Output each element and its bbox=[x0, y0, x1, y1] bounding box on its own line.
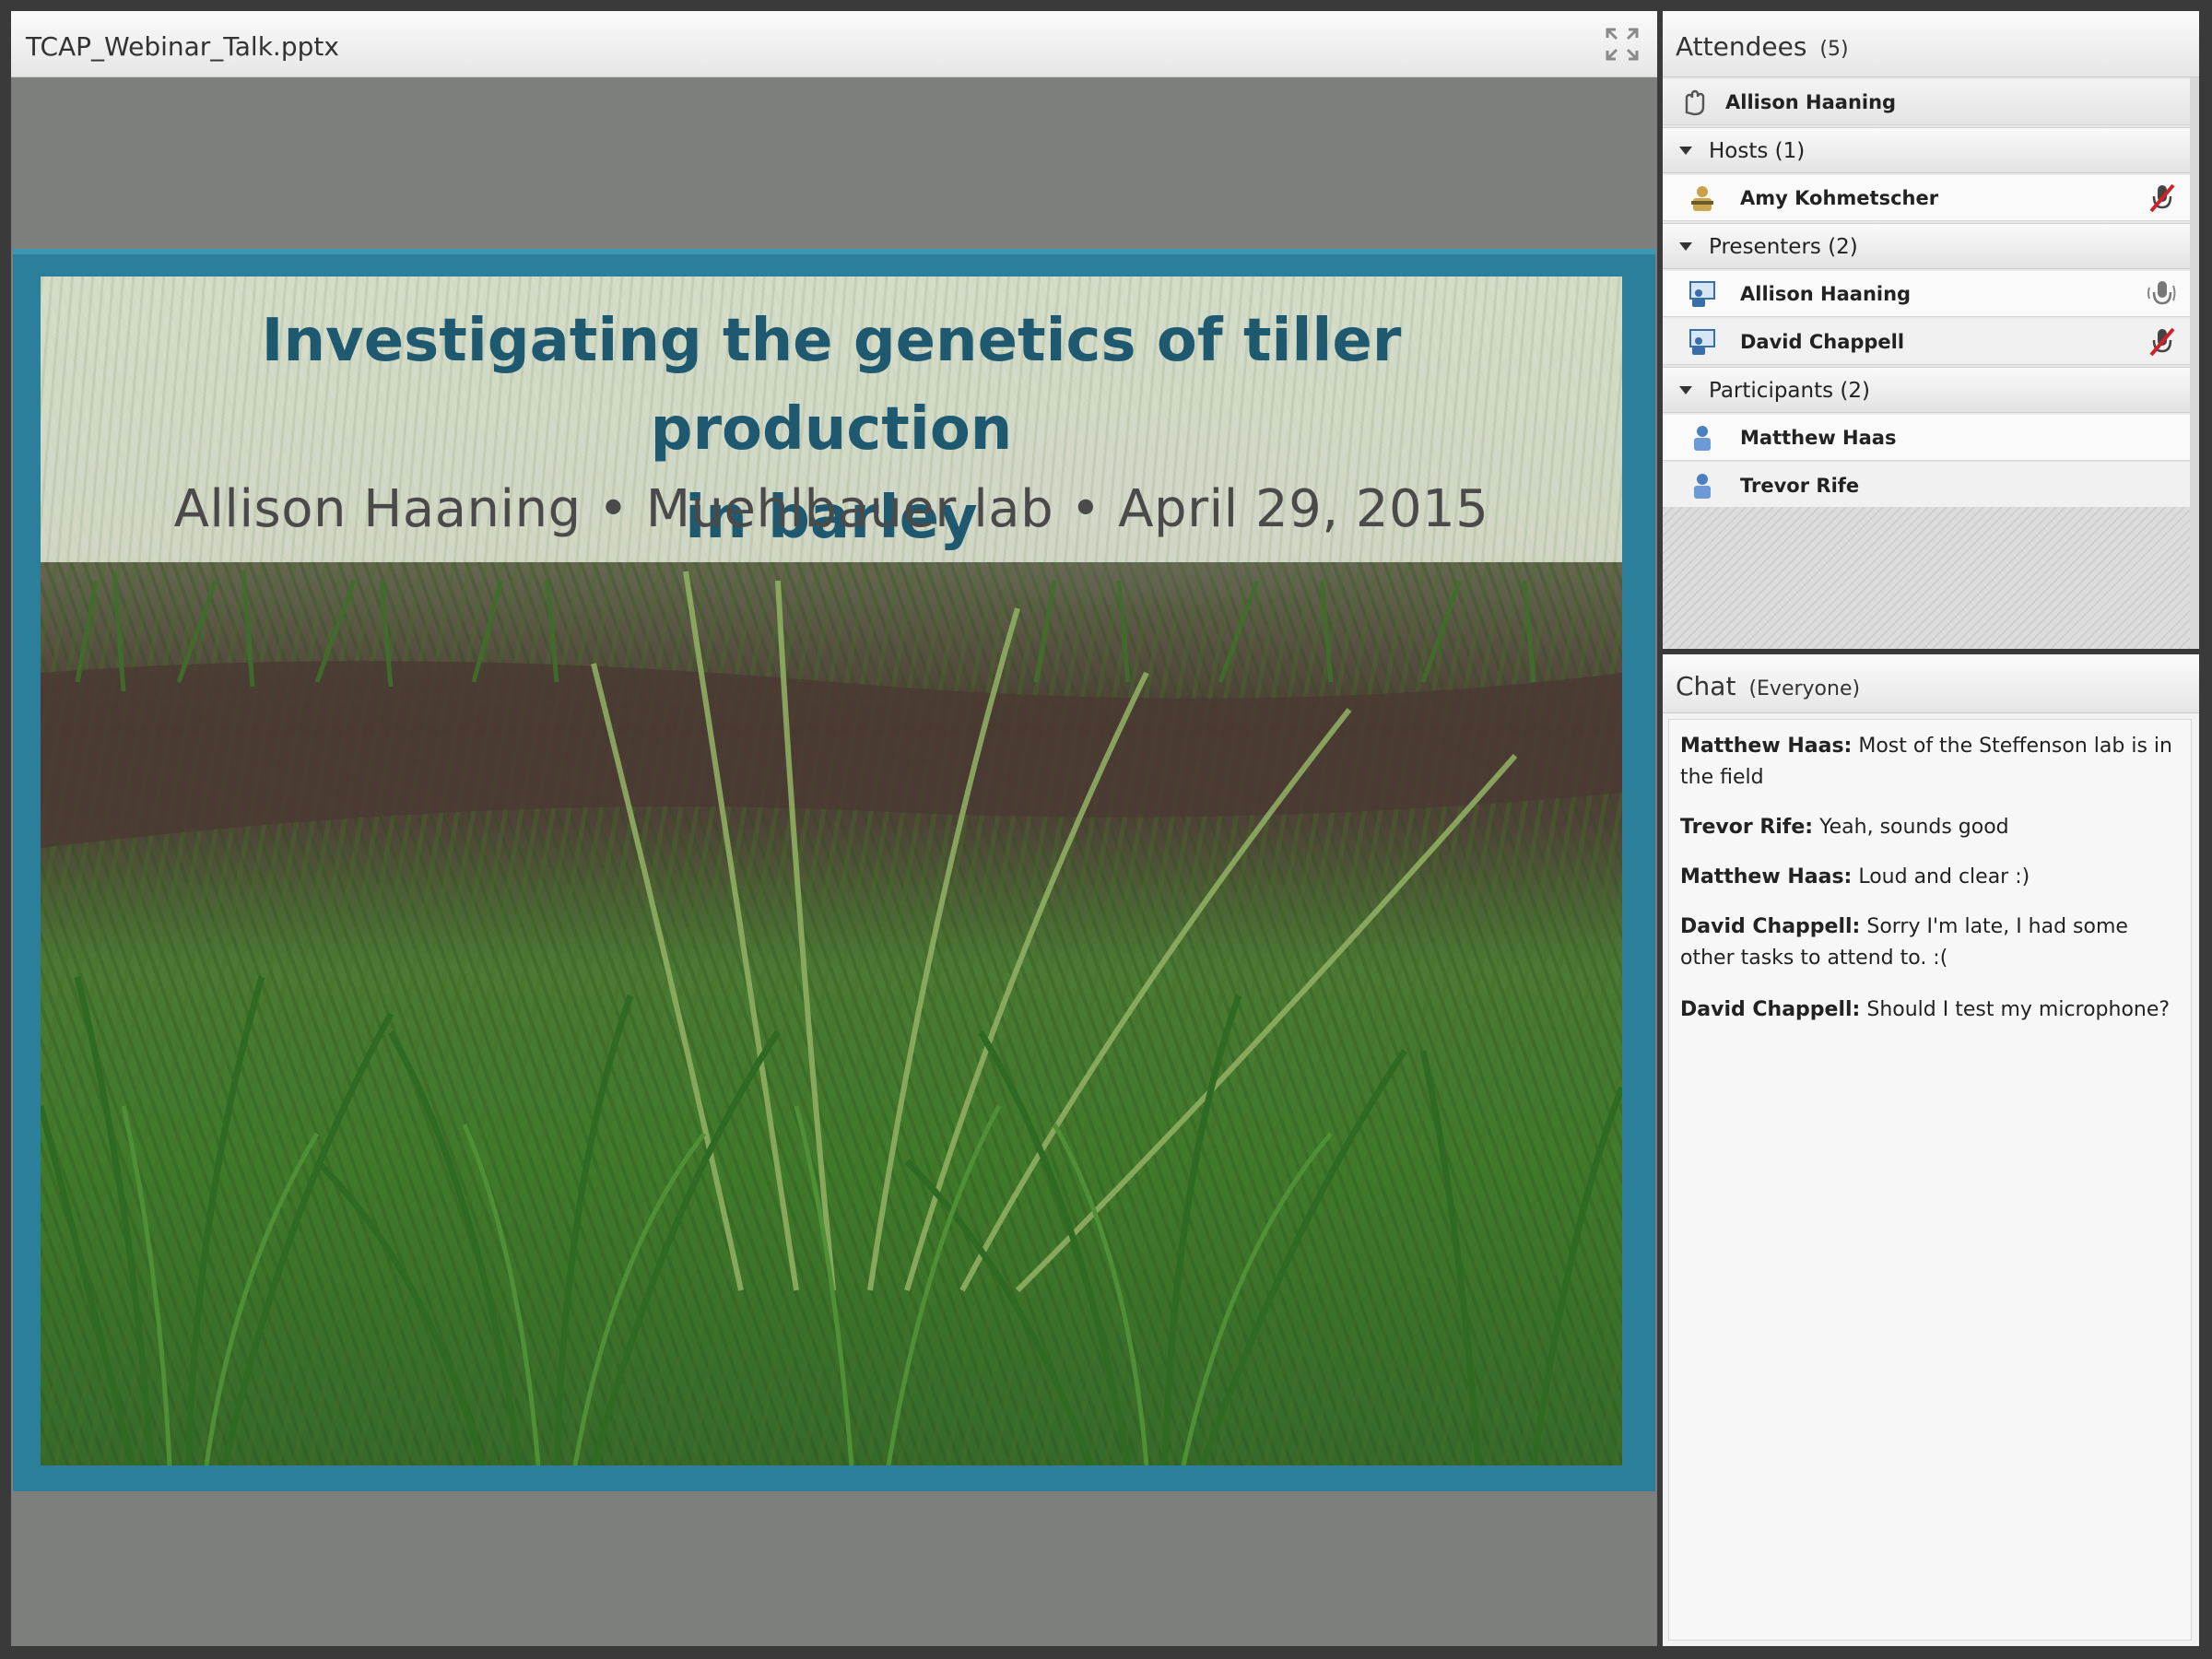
my-name: Allison Haaning bbox=[1725, 91, 1897, 113]
barley-field-photo: Investigating the genetics of tiller pro… bbox=[41, 276, 1622, 1465]
collapse-arrow-icon[interactable] bbox=[1679, 242, 1692, 251]
chat-title-text: Chat bbox=[1676, 671, 1736, 701]
attendees-pod: Attendees (5) Allison Haaning Hosts (1) A… bbox=[1663, 11, 2199, 649]
group-participants[interactable]: Participants (2) bbox=[1663, 367, 2190, 413]
presenter-icon bbox=[1689, 281, 1715, 307]
group-hosts[interactable]: Hosts (1) bbox=[1663, 127, 2190, 173]
attendee-row-host[interactable]: Amy Kohmetscher bbox=[1663, 175, 2190, 221]
attendees-count: (5) bbox=[1819, 38, 1849, 61]
slide-title-line-1: Investigating the genetics of tiller pro… bbox=[261, 307, 1402, 464]
chat-message: David Chappell: Sorry I'm late, I had so… bbox=[1680, 912, 2178, 974]
attendee-name: Amy Kohmetscher bbox=[1740, 187, 1939, 209]
status-hand-icon[interactable] bbox=[1679, 87, 1711, 118]
attendee-name: Trevor Rife bbox=[1740, 475, 1860, 497]
chat-message: Matthew Haas: Most of the Steffenson lab… bbox=[1680, 731, 2178, 794]
participant-icon bbox=[1694, 474, 1711, 499]
chat-text: Loud and clear :) bbox=[1852, 865, 2030, 888]
share-pod-header: TCAP_Webinar_Talk.pptx bbox=[11, 11, 1657, 77]
presentation-slide: Investigating the genetics of tiller pro… bbox=[13, 249, 1655, 1491]
microphone-off-icon[interactable] bbox=[2147, 182, 2177, 214]
collapse-arrow-icon[interactable] bbox=[1679, 147, 1692, 155]
attendee-name: Allison Haaning bbox=[1740, 283, 1912, 305]
slide-title-band: Investigating the genetics of tiller pro… bbox=[41, 276, 1622, 562]
attendees-empty-area bbox=[1663, 507, 2190, 649]
attendees-title: Attendees (5) bbox=[1676, 31, 1849, 62]
chat-pod: Chat (Everyone) Matthew Haas: Most of the… bbox=[1663, 654, 2199, 1646]
chat-message-list[interactable]: Matthew Haas: Most of the Steffenson lab… bbox=[1668, 719, 2192, 1641]
chat-author: David Chappell: bbox=[1680, 915, 1861, 938]
chat-message: Trevor Rife: Yeah, sounds good bbox=[1680, 812, 2178, 843]
chat-text: Should I test my microphone? bbox=[1860, 998, 2171, 1021]
group-participants-label: Participants (2) bbox=[1709, 379, 1870, 403]
host-icon bbox=[1691, 186, 1713, 211]
presenter-icon bbox=[1689, 329, 1715, 355]
chat-author: David Chappell: bbox=[1680, 998, 1861, 1021]
attendees-pod-header: Attendees (5) bbox=[1663, 11, 2199, 77]
share-pod-title: TCAP_Webinar_Talk.pptx bbox=[26, 31, 339, 62]
chat-author: Matthew Haas: bbox=[1680, 865, 1853, 888]
my-status-row[interactable]: Allison Haaning bbox=[1663, 79, 2190, 125]
chat-message: David Chappell: Should I test my microph… bbox=[1680, 994, 2178, 1026]
attendee-row-presenter[interactable]: David Chappell bbox=[1663, 319, 2190, 365]
attendee-row-presenter[interactable]: Allison Haaning bbox=[1663, 271, 2190, 317]
microphone-on-icon[interactable] bbox=[2147, 278, 2177, 310]
attendee-name: Matthew Haas bbox=[1740, 427, 1897, 449]
microphone-off-icon[interactable] bbox=[2147, 326, 2177, 358]
participant-icon bbox=[1694, 426, 1711, 451]
fullscreen-icon[interactable] bbox=[1604, 26, 1641, 63]
attendee-name: David Chappell bbox=[1740, 331, 1905, 353]
group-hosts-label: Hosts (1) bbox=[1709, 139, 1806, 163]
chat-title: Chat (Everyone) bbox=[1676, 671, 1860, 701]
slide-subtitle: Allison Haaning • Muehlbauer lab • April… bbox=[173, 479, 1489, 539]
chat-scope[interactable]: (Everyone) bbox=[1748, 677, 1860, 700]
group-presenters-label: Presenters (2) bbox=[1709, 235, 1858, 259]
chat-pod-header: Chat (Everyone) bbox=[1663, 654, 2199, 713]
collapse-arrow-icon[interactable] bbox=[1679, 386, 1692, 394]
chat-author: Matthew Haas: bbox=[1680, 735, 1853, 758]
attendee-row-participant[interactable]: Trevor Rife bbox=[1663, 463, 2190, 509]
attendees-title-text: Attendees bbox=[1676, 31, 1807, 62]
chat-text: Yeah, sounds good bbox=[1813, 816, 2009, 839]
chat-author: Trevor Rife: bbox=[1680, 816, 1814, 839]
group-presenters[interactable]: Presenters (2) bbox=[1663, 223, 2190, 269]
attendee-row-participant[interactable]: Matthew Haas bbox=[1663, 415, 2190, 461]
chat-message: Matthew Haas: Loud and clear :) bbox=[1680, 862, 2178, 893]
share-pod: TCAP_Webinar_Talk.pptx Investigating the… bbox=[11, 11, 1657, 1646]
attendees-scrollbar[interactable] bbox=[2190, 77, 2199, 649]
